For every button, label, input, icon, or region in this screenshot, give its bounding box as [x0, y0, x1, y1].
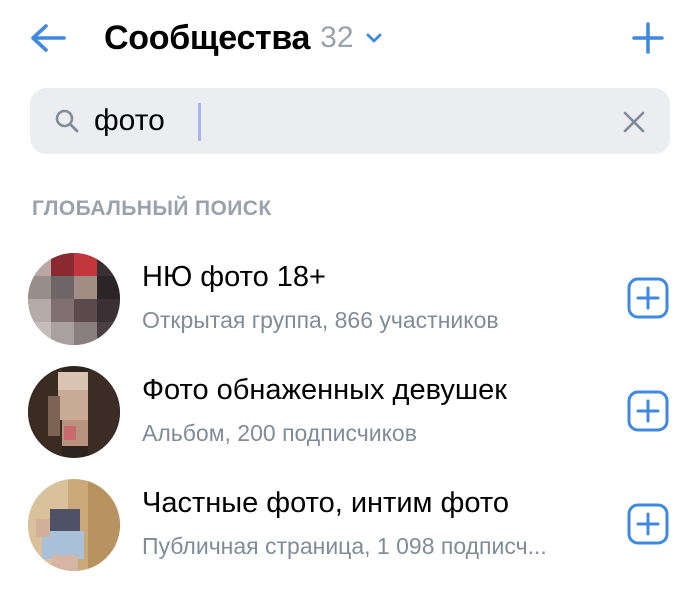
communities-count: 32: [320, 21, 354, 54]
item-subtitle: Публичная страница, 1 098 подписч...: [142, 533, 547, 559]
page-title: Сообщества: [104, 18, 311, 57]
plus-square-icon: [627, 390, 669, 432]
join-button[interactable]: [627, 390, 669, 432]
close-icon: [623, 111, 645, 133]
search-icon: [52, 106, 82, 136]
plus-square-icon: [627, 277, 669, 319]
plus-square-icon: [627, 503, 669, 545]
chevron-down-icon: [366, 33, 382, 43]
section-title: ГЛОБАЛЬНЫЙ ПОИСК: [32, 197, 272, 220]
arrow-left-icon: [31, 24, 66, 52]
add-community-button[interactable]: [626, 16, 670, 60]
plus-icon: [632, 22, 664, 54]
communities-screen: Сообщества 32 фото ГЛОБАЛЬНЫЙ ПОИСК НЮ ф…: [0, 0, 700, 592]
join-button[interactable]: [627, 277, 669, 319]
list-item[interactable]: НЮ фото 18+ Открытая группа, 866 участни…: [0, 243, 700, 353]
item-subtitle: Открытая группа, 866 участников: [142, 307, 499, 333]
avatar: [28, 366, 120, 458]
item-title: Фото обнаженных девушек: [142, 374, 507, 406]
item-title: НЮ фото 18+: [142, 261, 326, 293]
header: Сообщества 32: [0, 0, 700, 80]
search-bar: [30, 88, 670, 154]
title-dropdown[interactable]: Сообщества 32: [104, 14, 382, 62]
list-item[interactable]: Частные фото, интим фото Публичная стран…: [0, 469, 700, 579]
text-cursor: [198, 103, 201, 141]
clear-search-button[interactable]: [614, 102, 654, 142]
item-subtitle: Альбом, 200 подписчиков: [142, 420, 417, 446]
item-title: Частные фото, интим фото: [142, 487, 509, 519]
join-button[interactable]: [627, 503, 669, 545]
avatar: [28, 479, 120, 571]
back-button[interactable]: [26, 16, 70, 60]
list-item[interactable]: Фото обнаженных девушек Альбом, 200 подп…: [0, 356, 700, 466]
avatar: [28, 253, 120, 345]
search-input[interactable]: [94, 98, 594, 144]
